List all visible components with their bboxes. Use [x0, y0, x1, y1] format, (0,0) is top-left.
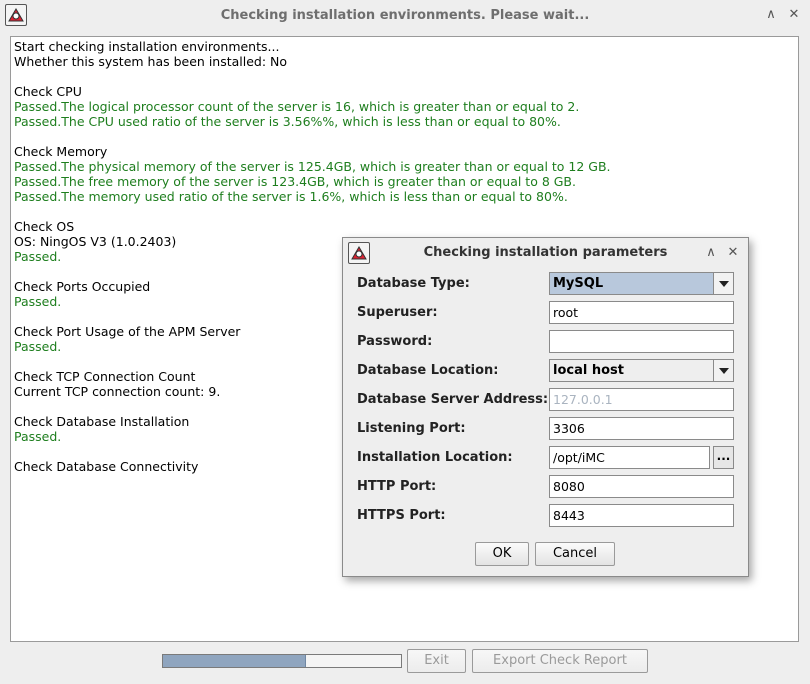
- superuser-label: Superuser:: [357, 305, 438, 320]
- bottom-bar: Exit Export Check Report: [0, 646, 810, 684]
- install-location-field[interactable]: /opt/iMC: [549, 446, 710, 469]
- password-label: Password:: [357, 334, 433, 349]
- install-location-label: Installation Location:: [357, 450, 513, 465]
- installation-parameters-dialog: Checking installation parameters ∧ ✕ Dat…: [342, 237, 749, 577]
- dialog-title: Checking installation parameters: [423, 245, 668, 260]
- log-line: Whether this system has been installed: …: [14, 54, 288, 69]
- exit-button[interactable]: Exit: [407, 649, 466, 673]
- listening-port-field[interactable]: 3306: [549, 417, 734, 440]
- chevron-down-icon[interactable]: [713, 360, 733, 381]
- close-icon[interactable]: ✕: [786, 7, 802, 23]
- database-type-value: MySQL: [553, 276, 604, 291]
- password-field[interactable]: [549, 330, 734, 353]
- log-line: Passed.The physical memory of the server…: [14, 159, 611, 174]
- log-line: Passed.The logical processor count of th…: [14, 99, 580, 114]
- ok-button[interactable]: OK: [475, 542, 529, 566]
- log-line: Passed.The CPU used ratio of the server …: [14, 114, 561, 129]
- http-port-label: HTTP Port:: [357, 479, 437, 494]
- https-port-field[interactable]: 8443: [549, 504, 734, 527]
- log-line: Check Memory: [14, 144, 108, 159]
- log-line: Check OS: [14, 219, 75, 234]
- progress-bar-fill: [163, 655, 306, 667]
- dialog-minimize-icon[interactable]: ∧: [703, 245, 719, 261]
- browse-button[interactable]: ...: [713, 446, 734, 469]
- https-port-label: HTTPS Port:: [357, 508, 446, 523]
- database-type-label: Database Type:: [357, 276, 470, 291]
- main-titlebar: Checking installation environments. Plea…: [0, 0, 810, 32]
- cancel-button[interactable]: Cancel: [535, 542, 615, 566]
- window-title: Checking installation environments. Plea…: [220, 8, 590, 23]
- database-type-select[interactable]: MySQL: [549, 272, 734, 295]
- database-location-select[interactable]: local host: [549, 359, 734, 382]
- database-location-value: local host: [553, 363, 624, 378]
- dialog-close-icon[interactable]: ✕: [725, 245, 741, 261]
- http-port-field[interactable]: 8080: [549, 475, 734, 498]
- log-line: Passed.The memory used ratio of the serv…: [14, 189, 568, 204]
- listening-port-label: Listening Port:: [357, 421, 466, 436]
- server-address-label: Database Server Address:: [357, 392, 549, 407]
- server-address-field: 127.0.0.1: [549, 388, 734, 411]
- minimize-icon[interactable]: ∧: [763, 7, 779, 23]
- superuser-field[interactable]: root: [549, 301, 734, 324]
- log-line: Passed.The free memory of the server is …: [14, 174, 576, 189]
- progress-bar: [162, 654, 402, 668]
- log-line: Check CPU: [14, 84, 82, 99]
- database-location-label: Database Location:: [357, 363, 499, 378]
- log-line: Start checking installation environments…: [14, 39, 280, 54]
- chevron-down-icon[interactable]: [713, 273, 733, 294]
- export-check-report-button[interactable]: Export Check Report: [472, 649, 648, 673]
